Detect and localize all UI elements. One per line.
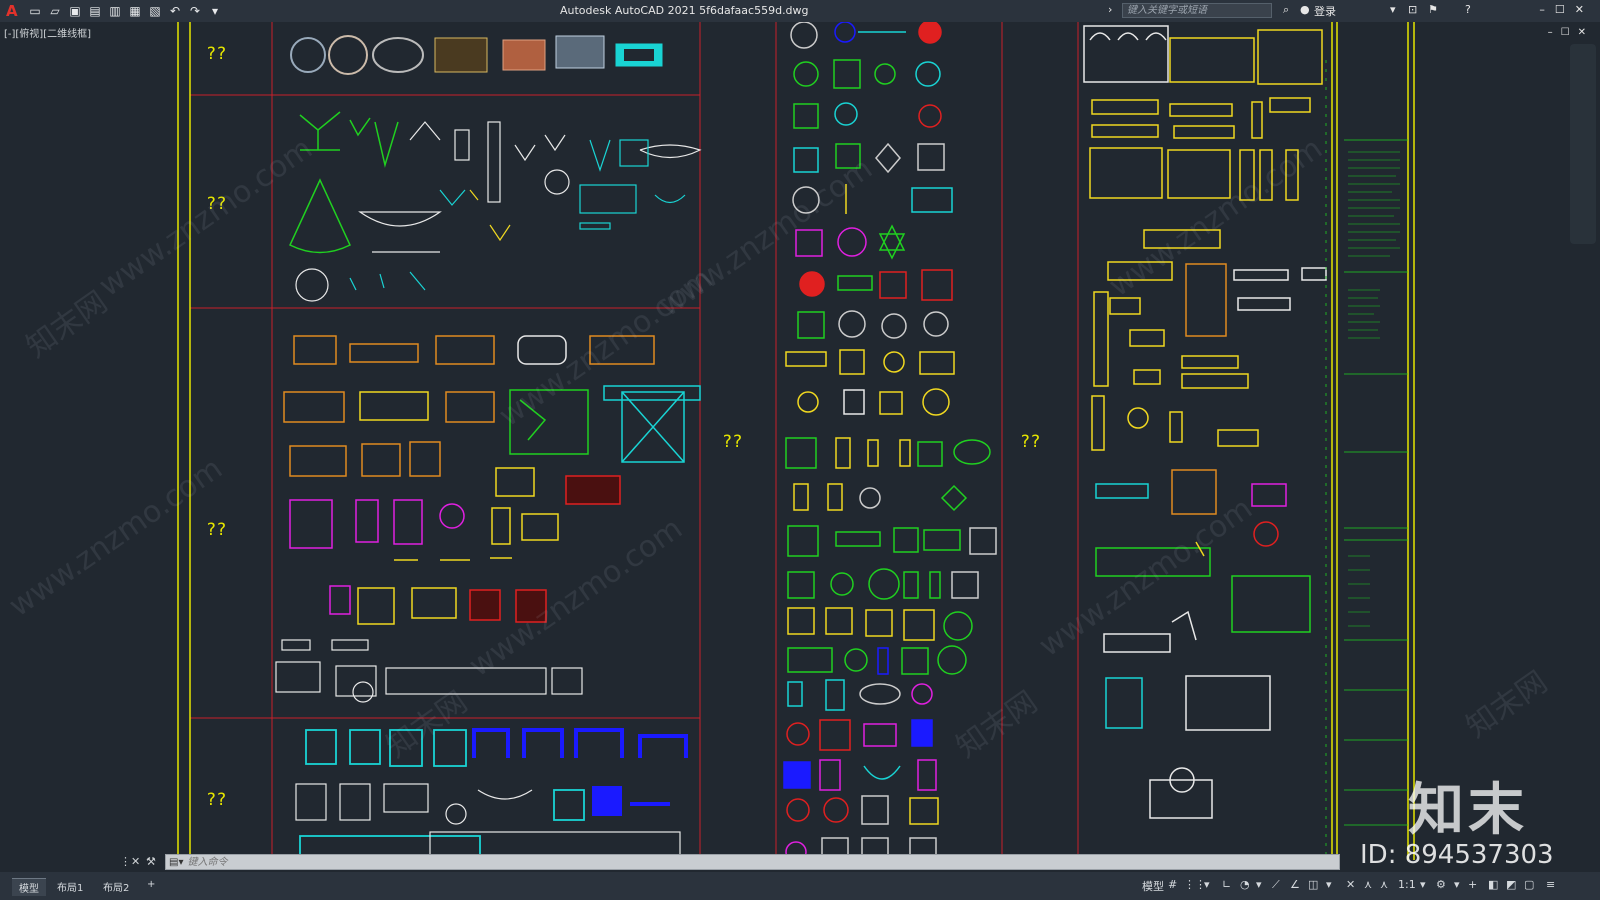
annotation-scale-icon[interactable]: ⋏ (1364, 878, 1372, 891)
user-icon[interactable]: ● (1300, 3, 1310, 16)
search-input[interactable] (1122, 3, 1272, 18)
command-prompt-icon[interactable]: ▤▾ (166, 857, 183, 868)
title-block-notes (1348, 151, 1400, 627)
osnap-icon[interactable]: ◫ (1308, 878, 1318, 891)
grid-icon[interactable]: # (1168, 878, 1177, 891)
login-link[interactable]: 登录 (1314, 3, 1336, 19)
drawing-label-right: ?? (1020, 432, 1041, 452)
customize-dropdown-icon[interactable]: ▾ (208, 4, 222, 18)
title-bar: A ▭ ▱ ▣ ▤ ▥ ▦ ▧ ↶ ↷ ▾ Autodesk AutoCAD 2… (0, 0, 1600, 22)
command-customize-icon[interactable]: ⚒ (146, 855, 156, 868)
carpet-blocks (290, 35, 663, 75)
hardware-acceleration-icon[interactable]: ◩ (1506, 878, 1516, 891)
title-block (1344, 139, 1408, 826)
save-as-icon[interactable]: ▤ (88, 4, 102, 18)
snap-dropdown-icon[interactable]: ▾ (1204, 878, 1210, 891)
tab-model[interactable]: 模型 (12, 878, 46, 896)
watermark-id: ID: 894537303 (1360, 840, 1554, 870)
drawing-label-row3: ?? (206, 520, 227, 540)
lamp-blocks (289, 111, 399, 254)
clean-screen-icon[interactable]: ▢ (1524, 878, 1534, 891)
tab-layout2[interactable]: 布局2 (96, 878, 136, 895)
command-close-icon[interactable]: ⋮✕ (120, 855, 140, 868)
navigation-bar[interactable] (1570, 44, 1596, 244)
command-input[interactable] (183, 855, 1339, 869)
model-space-toggle[interactable]: 模型 (1142, 878, 1164, 894)
left-panel-frame (190, 22, 1079, 860)
tab-add-layout[interactable]: + (140, 878, 162, 891)
osnap-tracking-icon[interactable]: ∠ (1290, 878, 1300, 891)
plot-icon[interactable]: ▧ (148, 4, 162, 18)
undo-icon[interactable]: ↶ (168, 4, 182, 18)
drawing-label-middle: ?? (722, 432, 743, 452)
tab-layout1[interactable]: 布局1 (50, 878, 90, 895)
window-controls[interactable]: –☐✕ (1539, 3, 1594, 16)
save-web-icon[interactable]: ▦ (128, 4, 142, 18)
add-icon[interactable]: + (1468, 878, 1477, 891)
status-bar: 模型 布局1 布局2 + 模型 # ⋮⋮ ▾ ∟ ◔ ▾ ⟋ ∠ ◫ ▾ ✕ ⋏… (0, 872, 1600, 900)
curtain-blocks (299, 729, 585, 857)
autodesk-account-icon[interactable]: ⚑ (1428, 3, 1438, 16)
watermark-logo: 知末 (1408, 778, 1528, 843)
scale-dropdown-icon[interactable]: ▾ (1420, 878, 1426, 891)
workspace-dropdown-icon[interactable]: ▾ (1454, 878, 1460, 891)
search-icon[interactable]: ⌕ (1283, 3, 1289, 17)
annotation-auto-icon[interactable]: ⋏ (1380, 878, 1388, 891)
ortho-icon[interactable]: ∟ (1222, 878, 1231, 891)
osnap-dropdown-icon[interactable]: ▾ (1326, 878, 1332, 891)
login-dropdown-icon[interactable]: ▾ (1390, 3, 1396, 16)
search-chevron-icon[interactable]: › (1108, 3, 1112, 16)
save-icon[interactable]: ▣ (68, 4, 82, 18)
window-title: Autodesk AutoCAD 2021 5f6dafaac559d.dwg (560, 4, 809, 17)
annotation-scale-value[interactable]: 1:1 (1398, 878, 1416, 891)
help-icon[interactable]: ? (1465, 3, 1471, 16)
polar-icon[interactable]: ◔ (1240, 878, 1250, 891)
drawing-label-row1: ?? (206, 44, 227, 64)
open-web-icon[interactable]: ▥ (108, 4, 122, 18)
polar-dropdown-icon[interactable]: ▾ (1256, 878, 1262, 891)
workspace-gear-icon[interactable]: ⚙ (1436, 878, 1446, 891)
command-line[interactable]: ▤▾ (165, 854, 1340, 870)
isodraft-icon[interactable]: ⟋ (1272, 878, 1280, 892)
new-file-icon[interactable]: ▭ (28, 4, 42, 18)
open-file-icon[interactable]: ▱ (48, 4, 62, 18)
drawing-canvas[interactable] (0, 22, 1600, 872)
annotation-visibility-icon[interactable]: ✕ (1346, 878, 1355, 891)
redo-icon[interactable]: ↷ (188, 4, 202, 18)
quick-access-toolbar: A ▭ ▱ ▣ ▤ ▥ ▦ ▧ ↶ ↷ ▾ (0, 2, 222, 20)
autocad-logo-icon[interactable]: A (6, 2, 22, 20)
snap-icon[interactable]: ⋮⋮ (1184, 878, 1206, 891)
drawing-label-row4: ?? (206, 790, 227, 810)
cart-icon[interactable]: ⊡ (1408, 3, 1417, 16)
isolate-objects-icon[interactable]: ◧ (1488, 878, 1498, 891)
customize-menu-icon[interactable]: ≡ (1546, 878, 1555, 891)
